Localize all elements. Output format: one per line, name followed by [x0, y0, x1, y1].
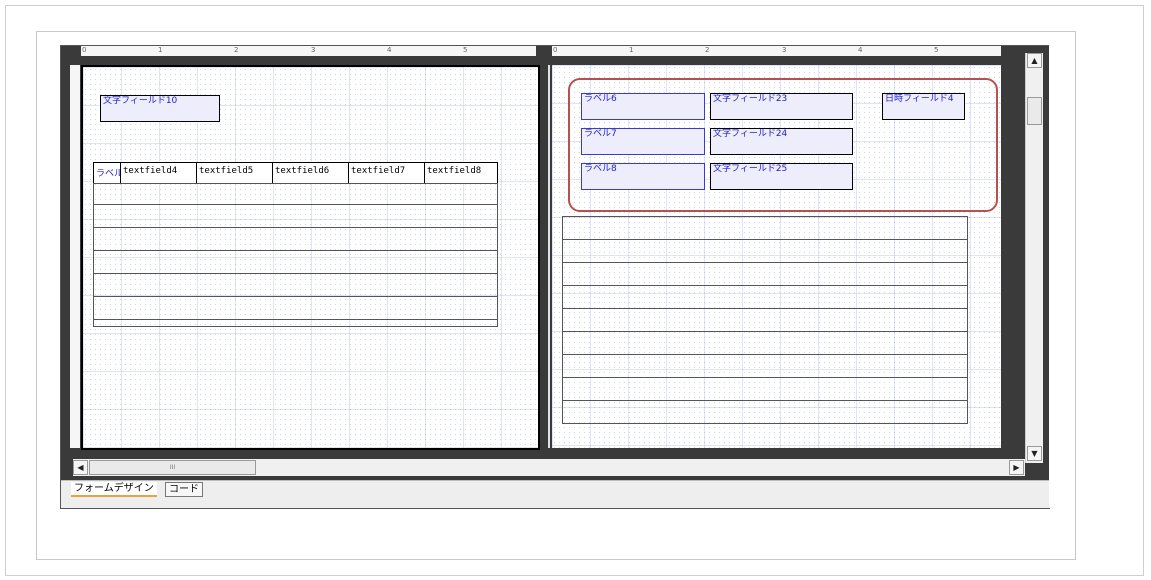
table-row-line: [563, 262, 967, 263]
table-row-line: [563, 239, 967, 240]
chevron-down-icon: ▼: [1031, 449, 1038, 458]
tab-code[interactable]: コード: [165, 482, 203, 497]
horizontal-scrollbar[interactable]: ◀ III ▶: [73, 459, 1025, 476]
table-row-line: [563, 377, 967, 378]
grip-icon: III: [169, 464, 176, 471]
ruler-number: 4: [387, 46, 392, 54]
vertical-scrollbar[interactable]: ▲ ▼: [1025, 53, 1043, 463]
ruler-number: 4: [858, 46, 863, 54]
scroll-down-button[interactable]: ▼: [1027, 446, 1042, 461]
field-label: 文字フィールド10: [103, 96, 178, 106]
table-row-line: [94, 273, 497, 274]
text-field-10[interactable]: 文字フィールド10: [100, 95, 220, 122]
highlight-annotation: [568, 78, 998, 212]
form-page-left[interactable]: 文字フィールド10 ラベル textfield4 textfield5 text…: [81, 65, 540, 450]
header-label: textfield4: [123, 166, 178, 176]
chevron-left-icon: ◀: [77, 463, 84, 472]
chevron-right-icon: ▶: [1013, 463, 1020, 472]
header-label: ラベル: [96, 169, 121, 179]
ruler-left-vertical: [70, 65, 80, 448]
ruler-number: 5: [934, 46, 939, 54]
detail-table-left[interactable]: [93, 183, 498, 327]
table-header-cell[interactable]: textfield8: [424, 162, 498, 184]
table-row-line: [94, 250, 497, 251]
vertical-scroll-thumb[interactable]: [1027, 97, 1042, 125]
form-designer: 0 1 2 3 4 5 0 1 2 3 4 5 文字フィールド10 ラベル te…: [60, 45, 1050, 509]
designer-tab-bar: フォームデザイン コード: [61, 480, 1049, 508]
table-row-line: [94, 296, 497, 297]
header-label: textfield8: [427, 166, 482, 176]
chevron-up-icon: ▲: [1031, 56, 1038, 65]
ruler-number: 2: [234, 46, 239, 54]
table-header-cell[interactable]: textfield5: [196, 162, 273, 184]
tab-label: フォームデザイン: [74, 483, 154, 494]
table-row-line: [94, 319, 497, 320]
ruler-number: 2: [705, 46, 710, 54]
ruler-number: 0: [82, 46, 87, 54]
scroll-right-button[interactable]: ▶: [1009, 460, 1024, 475]
table-row-line: [563, 400, 967, 401]
scroll-left-button[interactable]: ◀: [73, 460, 88, 475]
ruler-number: 3: [782, 46, 787, 54]
window-edge: [1049, 43, 1054, 508]
ruler-number: 0: [553, 46, 558, 54]
table-row-line: [563, 285, 967, 286]
table-row-line: [94, 227, 497, 228]
header-label: textfield5: [199, 166, 254, 176]
ruler-number: 1: [158, 46, 163, 54]
table-header-cell[interactable]: textfield7: [348, 162, 425, 184]
ruler-left-horizontal: 0 1 2 3 4 5: [81, 46, 536, 56]
table-header-cell[interactable]: textfield4: [120, 162, 197, 184]
header-label: textfield7: [351, 166, 406, 176]
detail-table-right[interactable]: [562, 216, 968, 424]
table-header-cell[interactable]: ラベル: [93, 162, 121, 184]
page-divider: [540, 56, 548, 448]
tab-form-design[interactable]: フォームデザイン: [71, 482, 157, 497]
ruler-number: 5: [463, 46, 468, 54]
table-row-line: [94, 204, 497, 205]
ruler-number: 1: [629, 46, 634, 54]
header-label: textfield6: [275, 166, 330, 176]
table-row-line: [563, 331, 967, 332]
table-header-cell[interactable]: textfield6: [272, 162, 349, 184]
ruler-number: 3: [311, 46, 316, 54]
tab-label: コード: [169, 484, 199, 495]
table-row-line: [563, 354, 967, 355]
table-row-line: [563, 308, 967, 309]
horizontal-scroll-thumb[interactable]: III: [89, 460, 256, 475]
ruler-right-horizontal: 0 1 2 3 4 5: [552, 46, 1001, 56]
scroll-up-button[interactable]: ▲: [1027, 53, 1042, 68]
